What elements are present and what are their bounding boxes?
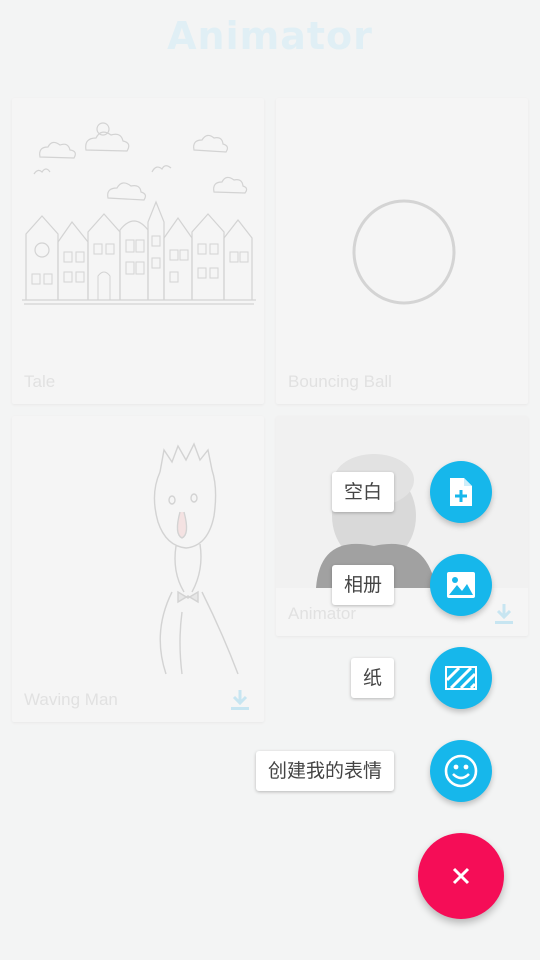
project-card-bouncing-ball[interactable]: Bouncing Ball bbox=[276, 98, 528, 404]
close-speed-dial-button[interactable] bbox=[418, 833, 504, 919]
card-title: Bouncing Ball bbox=[288, 372, 392, 391]
card-title: Waving Man bbox=[24, 690, 118, 709]
create-emoji-button[interactable] bbox=[430, 740, 492, 802]
smiley-icon bbox=[444, 754, 478, 788]
bouncing-ball-thumbnail bbox=[352, 199, 456, 305]
speed-dial-label-create-emoji[interactable]: 创建我的表情 bbox=[255, 751, 394, 791]
project-card-animator[interactable]: Animator bbox=[276, 416, 528, 636]
app-title: Animator bbox=[167, 14, 373, 58]
close-icon bbox=[452, 867, 470, 885]
card-title: Tale bbox=[24, 372, 56, 391]
download-icon[interactable] bbox=[228, 688, 252, 712]
gallery-button[interactable] bbox=[430, 554, 492, 616]
tale-thumbnail bbox=[22, 122, 256, 305]
project-card-tale[interactable]: Tale bbox=[12, 98, 264, 404]
waving-man-thumbnail bbox=[153, 442, 239, 675]
speed-dial-label-paper[interactable]: 纸 bbox=[350, 658, 394, 698]
paper-texture-icon bbox=[445, 666, 477, 690]
new-blank-button[interactable] bbox=[430, 461, 492, 523]
card-title: Animator bbox=[288, 604, 357, 623]
project-card-waving-man[interactable]: Waving Man bbox=[12, 416, 264, 722]
paper-button[interactable] bbox=[430, 647, 492, 709]
speed-dial-label-blank[interactable]: 空白 bbox=[331, 472, 394, 512]
speed-dial-label-gallery[interactable]: 相册 bbox=[331, 565, 394, 605]
download-icon[interactable] bbox=[492, 602, 516, 626]
image-icon bbox=[447, 572, 475, 598]
new-file-icon bbox=[450, 478, 472, 506]
